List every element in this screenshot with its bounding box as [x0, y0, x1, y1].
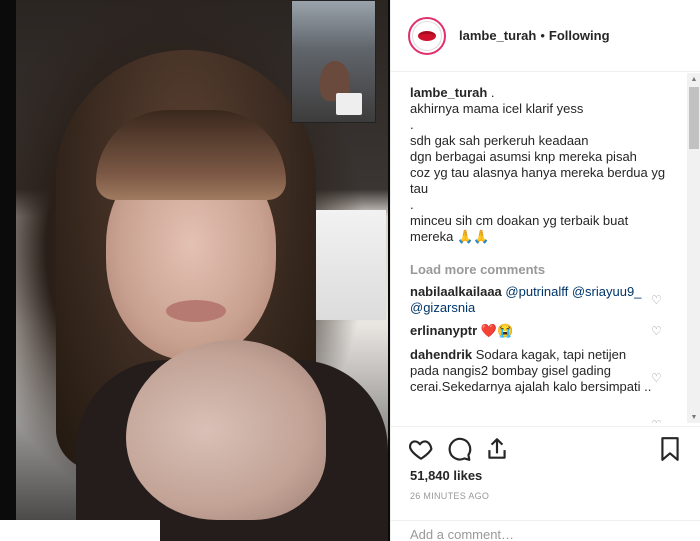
- caption-line: tau: [410, 181, 429, 196]
- caption-line: .: [487, 85, 495, 100]
- bookmark-icon[interactable]: [657, 436, 683, 462]
- lips-logo-icon: [418, 31, 436, 41]
- likes-count[interactable]: 51,840 likes: [410, 468, 482, 483]
- post-timestamp: 26 MINUTES AGO: [410, 491, 490, 501]
- picture-in-picture: [291, 0, 376, 123]
- post-header: lambe_turah • Following: [391, 0, 700, 72]
- comment-like-icon[interactable]: ♡: [651, 371, 662, 385]
- avatar[interactable]: [408, 17, 446, 55]
- header-username[interactable]: lambe_turah: [459, 28, 536, 43]
- comment-username[interactable]: erlinanyptr: [410, 323, 477, 338]
- video-frame[interactable]: [16, 0, 388, 541]
- comment-like-icon[interactable]: ♡: [651, 293, 662, 307]
- load-more-comments-button[interactable]: Load more comments: [410, 262, 545, 277]
- caption-line: sdh gak sah perkeruh keadaan: [410, 133, 589, 148]
- scroll-up-arrow-icon[interactable]: ▲: [687, 73, 700, 85]
- share-icon[interactable]: [484, 436, 510, 462]
- header-separator: •: [540, 28, 545, 43]
- caption-line: mereka 🙏🙏: [410, 229, 490, 244]
- comment-like-icon[interactable]: ♡: [651, 324, 662, 338]
- avatar-logo: [412, 21, 442, 51]
- scroll-thumb[interactable]: [689, 87, 699, 149]
- scroll-down-arrow-icon[interactable]: ▼: [687, 411, 700, 423]
- list-item: erlinanyptr ❤️😭: [410, 323, 655, 339]
- post-panel: lambe_turah • Following lambe_turah . akhi…: [390, 0, 700, 541]
- media-bottom-bar: [0, 520, 160, 541]
- comment-like-icon[interactable]: ♡: [651, 418, 662, 423]
- list-item: nabilaalkailaaa @putrinalff @sriayuu9_ @…: [410, 284, 655, 316]
- caption-line: coz yg tau alasnya hanya mereka berdua y…: [410, 165, 666, 180]
- add-comment-input[interactable]: Add a comment…: [410, 527, 514, 541]
- pip-phone: [336, 93, 362, 115]
- caption-line: dgn berbagai asumsi knp mereka pisah: [410, 149, 637, 164]
- caption-line: minceu sih cm doakan yg terbaik buat: [410, 213, 629, 228]
- comments-list[interactable]: lambe_turah . akhirnya mama icel klarif …: [391, 73, 691, 423]
- comment-text: ❤️😭: [480, 323, 514, 338]
- caption-line: akhirnya mama icel klarif yess: [410, 101, 584, 116]
- lips-shape: [166, 300, 226, 322]
- heart-icon[interactable]: [408, 436, 434, 462]
- list-item: dahendrik Sodara kagak, tapi netijen pad…: [410, 347, 655, 395]
- post-actions: 51,840 likes 26 MINUTES AGO Add a commen…: [391, 426, 700, 541]
- comments-scrollbar[interactable]: ▲ ▼: [687, 73, 700, 423]
- following-button[interactable]: Following: [549, 28, 610, 43]
- comment-icon[interactable]: [446, 436, 472, 462]
- caption: lambe_turah . akhirnya mama icel klarif …: [410, 85, 675, 245]
- comment-username[interactable]: dahendrik: [410, 347, 472, 362]
- caption-username[interactable]: lambe_turah: [410, 85, 487, 100]
- header-text: lambe_turah • Following: [459, 28, 610, 43]
- add-comment-bar: Add a comment…: [391, 520, 700, 541]
- comment-username[interactable]: nabilaalkailaaa: [410, 284, 502, 299]
- post-media[interactable]: [0, 0, 390, 541]
- caption-line: .: [410, 117, 414, 132]
- caption-line: .: [410, 197, 414, 212]
